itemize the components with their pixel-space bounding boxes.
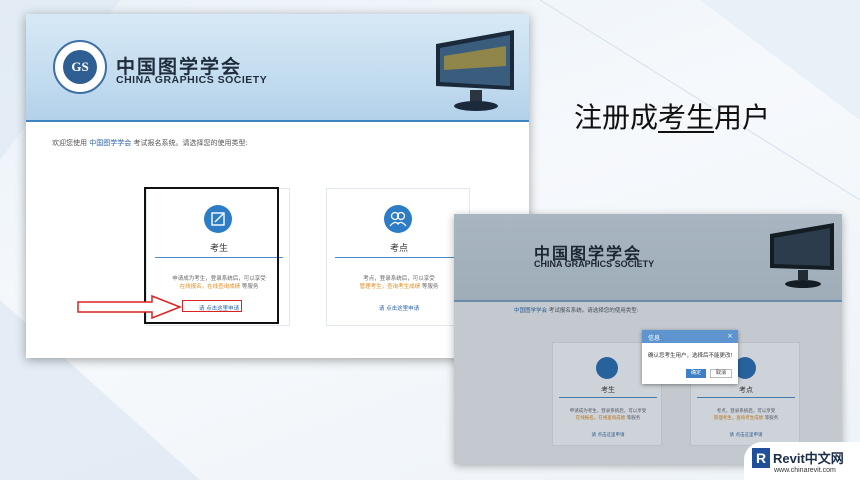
welcome-org-link[interactable]: 中国图学学会 bbox=[89, 139, 131, 147]
card-desc-highlight: 管理考生，查询考生成绩 bbox=[713, 415, 764, 421]
welcome-text: 中国图学学会 考试报名系统。请选择您的使用类型: bbox=[514, 306, 639, 314]
candidate-apply-link: 请 点击这里申请 bbox=[591, 433, 625, 438]
close-icon[interactable]: × bbox=[727, 332, 733, 340]
welcome-prefix: 欢迎您使用 bbox=[52, 139, 90, 147]
card-title: 考生 bbox=[601, 386, 615, 394]
watermark-url: www.chinarevit.com bbox=[774, 467, 836, 474]
welcome-suffix: 考试报名系统。请选择您的使用类型: bbox=[131, 139, 248, 147]
card-desc-tail: 等服务 bbox=[763, 415, 779, 421]
logo-monogram: GS bbox=[63, 50, 97, 84]
confirm-dialog: 信息 × 确认您考生用户，选择后不能更改! 确定 取消 bbox=[642, 330, 738, 384]
watermark-brand: Revit中文网 bbox=[773, 451, 844, 466]
card-description: 考点，登录系统后，可以享受 管理考生，查询考生成绩 等服务 bbox=[327, 275, 471, 291]
heading-post: 用户 bbox=[714, 101, 771, 134]
card-desc-tail: 等服务 bbox=[420, 284, 439, 290]
dialog-message: 确认您考生用户，选择后不能更改! bbox=[648, 353, 733, 359]
users-icon bbox=[384, 205, 412, 233]
svg-text:R: R bbox=[756, 450, 766, 466]
card-desc-highlight: 管理考生，查询考生成绩 bbox=[359, 284, 421, 290]
site-watermark: R Revit中文网 www.chinarevit.com bbox=[744, 442, 860, 480]
exam-site-apply-link[interactable]: 请 点击这里申请 bbox=[327, 304, 471, 312]
card-desc-tail: 等服务 bbox=[625, 415, 641, 421]
monitor-illustration bbox=[770, 223, 834, 288]
revit-logo-icon: R bbox=[752, 448, 770, 468]
annotation-link-highlight bbox=[182, 300, 242, 312]
dialog-title: 信息 bbox=[648, 335, 661, 342]
card-divider bbox=[697, 397, 795, 398]
confirmation-screenshot: 中国图学学会 CHINA GRAPHICS SOCIETY 中国图学学会 考试报… bbox=[454, 214, 842, 464]
monitor-illustration bbox=[436, 30, 514, 111]
org-name-en: CHINA GRAPHICS SOCIETY bbox=[116, 74, 268, 86]
annotation-arrow-icon bbox=[77, 294, 183, 320]
card-divider bbox=[335, 257, 463, 258]
welcome-org-link[interactable]: 中国图学学会 bbox=[514, 308, 547, 314]
site-header-banner: GS 中国图学学会 CHINA GRAPHICS SOCIETY bbox=[26, 14, 529, 122]
dialog-header: 信息 × bbox=[642, 330, 738, 343]
exam-site-type-card[interactable]: 考点 考点，登录系统后，可以享受 管理考生，查询考生成绩 等服务 请 点击这里申… bbox=[326, 188, 470, 326]
site-header-banner: 中国图学学会 CHINA GRAPHICS SOCIETY bbox=[454, 214, 842, 302]
cancel-button[interactable]: 取消 bbox=[710, 369, 732, 378]
heading-pre: 注册成 bbox=[574, 101, 659, 134]
card-description: 考点，登录系统后，可以享受 管理考生，查询考生成绩 等服务 bbox=[691, 409, 801, 422]
card-description: 申请成为考生，登录系统后，可以享受 在线报名，在线查询成绩 等服务 bbox=[553, 409, 663, 422]
edit-icon bbox=[596, 357, 618, 379]
society-logo: GS bbox=[53, 40, 107, 94]
card-divider bbox=[559, 397, 657, 398]
heading-underlined: 考生 bbox=[658, 101, 715, 134]
welcome-text: 欢迎您使用 中国图学学会 考试报名系统。请选择您的使用类型: bbox=[52, 138, 248, 148]
confirm-button[interactable]: 确定 bbox=[686, 369, 706, 378]
card-desc-highlight: 在线报名，在线查询成绩 bbox=[575, 415, 626, 421]
org-name-en: CHINA GRAPHICS SOCIETY bbox=[534, 259, 655, 269]
welcome-suffix: 考试报名系统。请选择您的使用类型: bbox=[547, 308, 639, 314]
card-title: 考点 bbox=[389, 244, 408, 254]
card-desc-line: 考点，登录系统后，可以享受 bbox=[363, 276, 435, 282]
exam-site-apply-link: 请 点击这里申请 bbox=[729, 433, 763, 438]
card-title: 考点 bbox=[739, 386, 753, 394]
slide-heading: 注册成考生用户 bbox=[574, 96, 770, 136]
